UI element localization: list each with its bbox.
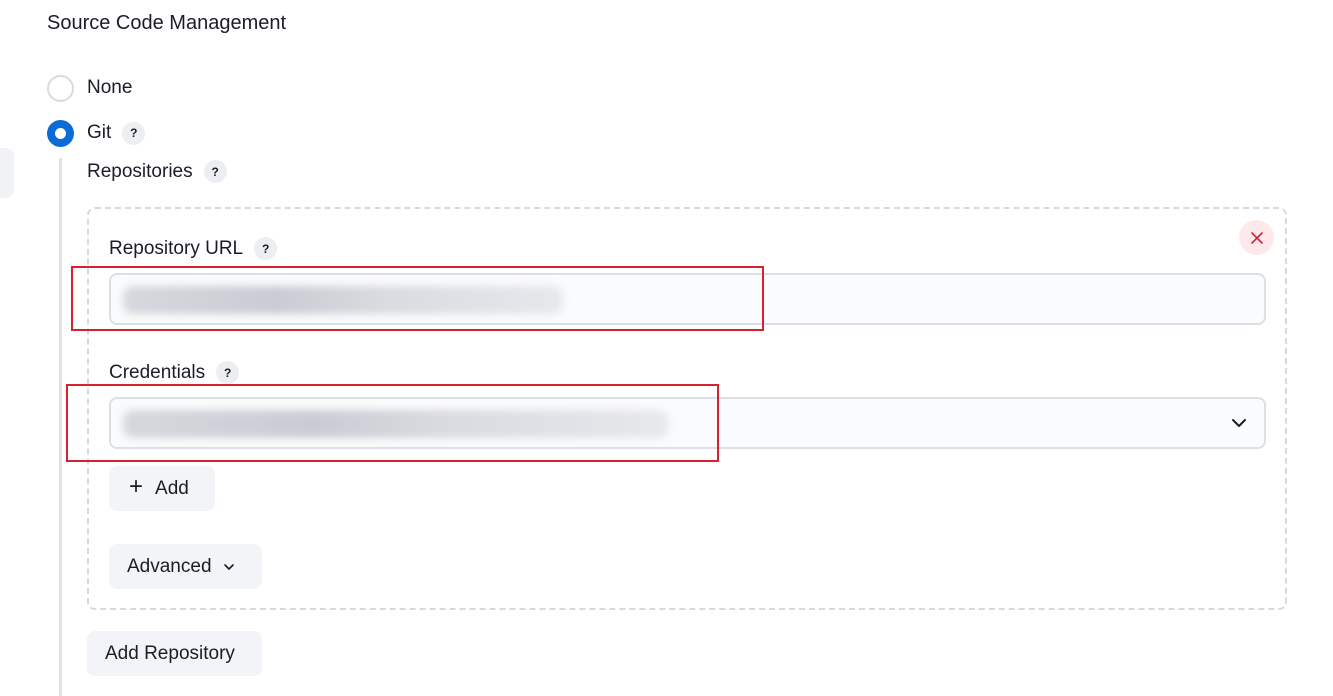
credentials-select[interactable]: [109, 397, 1266, 449]
radio-git-label: Git: [87, 122, 112, 143]
credentials-label: Credentials: [109, 361, 206, 383]
plus-icon: +: [129, 473, 144, 500]
add-repository-button[interactable]: Add Repository: [87, 631, 262, 676]
close-icon[interactable]: [1239, 220, 1274, 255]
repository-url-value: [123, 286, 563, 314]
git-help-icon[interactable]: ?: [122, 121, 146, 145]
credentials-heading: Credentials ?: [109, 361, 240, 384]
side-panel-tab[interactable]: [0, 148, 14, 198]
advanced-button[interactable]: Advanced: [109, 544, 262, 589]
advanced-label: Advanced: [127, 555, 212, 577]
repository-url-heading: Repository URL ?: [109, 237, 278, 260]
chevron-down-icon: [223, 563, 234, 570]
repositories-label: Repositories: [87, 160, 193, 182]
repositories-help-icon[interactable]: ?: [203, 160, 227, 183]
scm-option-git[interactable]: Git ?: [47, 119, 146, 147]
add-label: Add: [155, 477, 189, 499]
section-title: Source Code Management: [47, 12, 287, 34]
add-repository-label: Add Repository: [105, 642, 235, 664]
radio-git[interactable]: [47, 119, 74, 147]
radio-none-label: None: [87, 77, 133, 98]
chevron-down-icon: [1232, 419, 1246, 427]
add-credentials-button[interactable]: + Add: [109, 466, 215, 511]
repositories-heading: Repositories ?: [87, 160, 227, 183]
credentials-help-icon[interactable]: ?: [216, 361, 240, 384]
git-section-rail: [59, 158, 62, 696]
radio-none[interactable]: [47, 74, 74, 102]
repository-url-input[interactable]: [109, 273, 1266, 325]
credentials-value: [123, 410, 668, 438]
repository-url-help-icon[interactable]: ?: [254, 237, 278, 260]
repository-url-label: Repository URL: [109, 237, 244, 259]
scm-option-none[interactable]: None: [47, 74, 132, 102]
